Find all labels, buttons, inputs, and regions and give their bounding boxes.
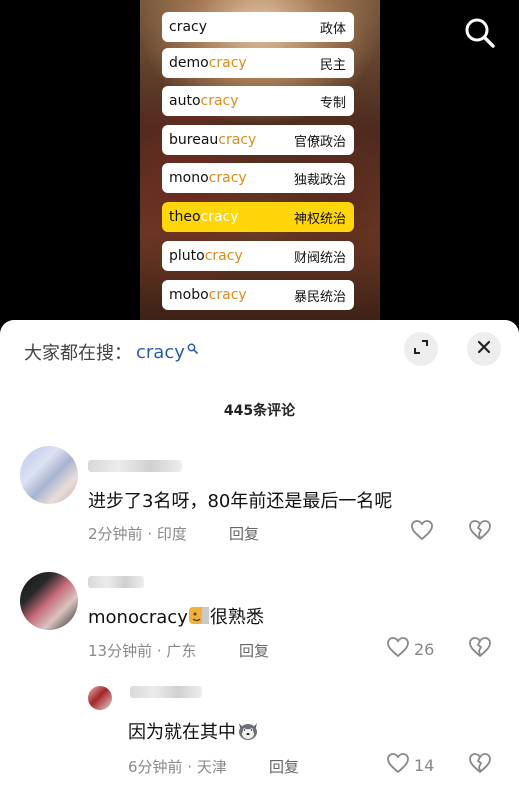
- like-button[interactable]: 14: [386, 752, 434, 778]
- doge-emoji-icon: [188, 604, 210, 631]
- word-card-cracy: cracy 政体: [162, 12, 354, 42]
- word-card-english: democracy: [169, 55, 247, 71]
- dislike-button[interactable]: [468, 519, 492, 545]
- search-icon: [187, 339, 198, 358]
- reply-button[interactable]: 回复: [239, 640, 269, 661]
- word-card-chinese: 财阀统治: [293, 250, 346, 266]
- husky-emoji-icon: [236, 719, 260, 746]
- like-button[interactable]: [410, 519, 434, 545]
- close-icon: [476, 339, 492, 359]
- reply-button[interactable]: 回复: [229, 523, 259, 544]
- close-button[interactable]: [467, 332, 501, 366]
- expand-icon: [412, 338, 430, 360]
- expand-button[interactable]: [404, 332, 438, 366]
- word-card-chinese: 专制: [319, 95, 346, 111]
- like-count: 26: [414, 639, 435, 659]
- word-card-bureaucracy: bureaucracy 官僚政治: [162, 125, 354, 155]
- dislike-button[interactable]: [468, 752, 492, 778]
- commenter-name-blurred[interactable]: [88, 460, 182, 472]
- comment-meta: 13分钟前 · 广东: [88, 642, 197, 660]
- comment-meta: 2分钟前 · 印度: [88, 525, 187, 543]
- heart-icon: [386, 752, 410, 778]
- heart-icon: [410, 519, 434, 545]
- word-card-english: bureaucracy: [169, 132, 257, 148]
- word-card-english: plutocracy: [169, 248, 243, 264]
- word-card-democracy: democracy 民主: [162, 48, 354, 78]
- word-card-chinese: 民主: [319, 57, 346, 73]
- word-card-autocracy: autocracy 专制: [162, 86, 354, 116]
- suggested-search-term[interactable]: cracy: [136, 342, 185, 363]
- word-card-chinese: 政体: [319, 21, 346, 37]
- dislike-button[interactable]: [468, 636, 492, 662]
- commenter-name-blurred[interactable]: [130, 686, 202, 698]
- word-card-chinese: 官僚政治: [293, 134, 346, 150]
- avatar[interactable]: [88, 686, 112, 710]
- comment-meta: 6分钟前 · 天津: [128, 758, 227, 776]
- reply-button[interactable]: 回复: [269, 756, 299, 777]
- comment-count: 445条评论: [223, 403, 296, 419]
- word-card-chinese: 神权统治: [293, 211, 346, 227]
- comment-text: monocracy 很熟悉: [88, 603, 264, 631]
- word-card-monocracy: monocracy 独裁政治: [162, 163, 354, 193]
- search-icon[interactable]: [463, 16, 497, 50]
- video-player[interactable]: cracy 政体 democracy 民主 autocracy 专制 burea…: [0, 0, 519, 330]
- broken-heart-icon: [468, 637, 492, 662]
- like-button[interactable]: 26: [386, 636, 434, 662]
- heart-icon: [386, 636, 410, 662]
- suggested-search[interactable]: 大家都在搜： cracy: [24, 338, 198, 366]
- avatar[interactable]: [20, 446, 78, 504]
- word-card-chinese: 暴民统治: [293, 289, 346, 305]
- like-count: 14: [414, 755, 435, 775]
- comment-sheet: 大家都在搜： cracy 445条评论 进步了3名呀，80年前还是最后一名呢 2…: [0, 320, 519, 800]
- avatar[interactable]: [20, 572, 78, 630]
- word-card-english: monocracy: [169, 170, 247, 186]
- commenter-name-blurred[interactable]: [88, 576, 144, 588]
- word-card-chinese: 独裁政治: [293, 172, 346, 188]
- suggested-search-prefix: 大家都在搜：: [24, 343, 132, 364]
- word-card-english: cracy: [169, 19, 208, 35]
- broken-heart-icon: [468, 753, 492, 778]
- word-card-english: theocracy: [169, 209, 239, 225]
- comment-text: 进步了3名呀，80年前还是最后一名呢: [88, 491, 393, 512]
- comment-text: 因为就在其中: [128, 718, 260, 746]
- word-card-english: autocracy: [169, 93, 239, 109]
- broken-heart-icon: [468, 520, 492, 545]
- word-card-mobocracy: mobocracy 暴民统治: [162, 280, 354, 310]
- word-card-english: mobocracy: [169, 287, 247, 303]
- word-card-plutocracy: plutocracy 财阀统治: [162, 241, 354, 271]
- word-card-theocracy: theocracy 神权统治: [162, 202, 354, 232]
